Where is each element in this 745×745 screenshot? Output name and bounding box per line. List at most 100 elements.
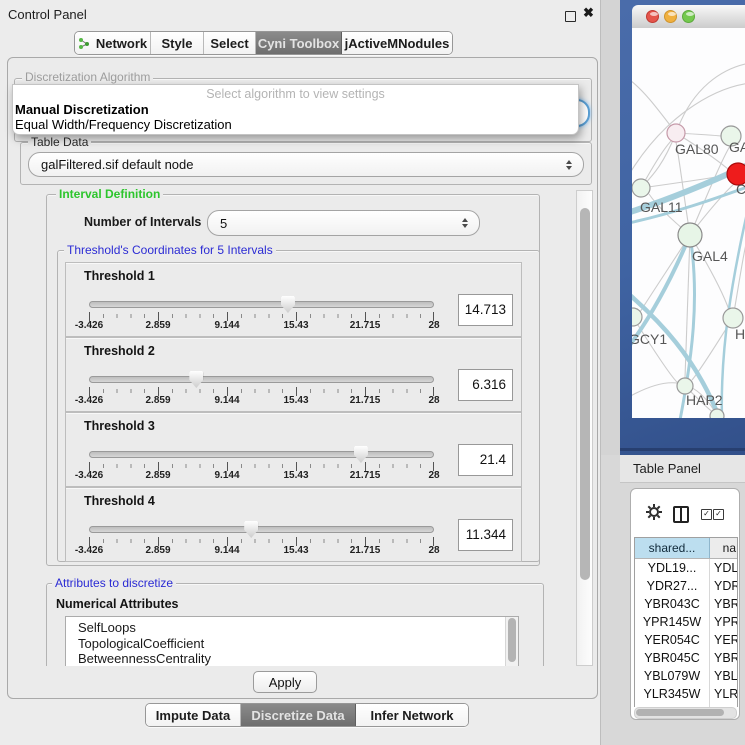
node-h[interactable]: [723, 308, 743, 328]
close-icon[interactable]: ✖: [583, 5, 594, 21]
algorithm-dropdown-popup: Select algorithm to view settings Manual…: [12, 84, 579, 135]
slider-thumb[interactable]: [354, 446, 368, 463]
threshold-4-slider[interactable]: [89, 526, 434, 533]
tab-impute-data[interactable]: Impute Data: [146, 704, 241, 726]
table-row[interactable]: YLR345WYLR3: [635, 685, 737, 703]
cell-name[interactable]: YDR2: [710, 577, 737, 595]
slider-thumb[interactable]: [244, 521, 258, 538]
numerical-attributes-list[interactable]: SelfLoops TopologicalCoefficient Between…: [65, 616, 519, 666]
settings-scrollbar[interactable]: [576, 190, 593, 666]
list-item[interactable]: SelfLoops: [66, 620, 518, 636]
dropdown-option-equal-width[interactable]: Equal Width/Frequency Discretization: [13, 117, 578, 132]
column-layout-icon[interactable]: [673, 506, 689, 523]
scale-tick-label: 21.715: [350, 545, 381, 556]
scale-tick-label: 15.43: [283, 470, 308, 481]
apply-button[interactable]: Apply: [253, 671, 317, 693]
cell-name[interactable]: YBL0: [710, 667, 737, 685]
list-item[interactable]: TopologicalCoefficient: [66, 636, 518, 652]
threshold-3-slider[interactable]: [89, 451, 434, 458]
threshold-3-value-field[interactable]: 21.4: [458, 444, 513, 476]
threshold-1-slider[interactable]: [89, 301, 434, 308]
column-header-shared-name[interactable]: shared...: [635, 538, 710, 558]
table-row[interactable]: YPR145WYPR1: [635, 613, 737, 631]
label-gcy1: GCY1: [632, 331, 667, 347]
tab-cyni-toolbox[interactable]: Cyni Toolbox: [256, 32, 342, 54]
label-gal4: GAL4: [692, 248, 728, 264]
number-of-intervals-combobox[interactable]: 5: [207, 210, 480, 236]
network-window-titlebar[interactable]: [632, 5, 745, 29]
cell-shared-name[interactable]: YBL079W: [635, 667, 710, 685]
table-row[interactable]: YBR043CYBR0: [635, 595, 737, 613]
cell-shared-name[interactable]: YLR345W: [635, 685, 710, 703]
node-table: shared... na YDL19...YDL1 YDR27...YDR2 Y…: [634, 537, 738, 707]
node-cut[interactable]: [710, 409, 724, 418]
scale-tick-label: 28: [428, 470, 439, 481]
scale-tick-label: 15.43: [283, 545, 308, 556]
tab-jactivemnodules[interactable]: jActiveMNodules: [342, 32, 452, 54]
checkbox-icon[interactable]: ✓: [713, 509, 724, 520]
tab-style[interactable]: Style: [151, 32, 204, 54]
threshold-2-panel: Threshold 2 -3.426 2.859 9.144 15.43 21.…: [65, 337, 522, 412]
minimize-traffic-light[interactable]: [664, 10, 677, 23]
close-traffic-light[interactable]: [646, 10, 659, 23]
label-gal11: GAL11: [640, 199, 683, 215]
threshold-2-value-field[interactable]: 6.316: [458, 369, 513, 401]
table-row[interactable]: YDR27...YDR2: [635, 577, 737, 595]
table-horizontal-scrollbar[interactable]: [634, 707, 737, 719]
slider-thumb[interactable]: [189, 371, 203, 388]
scale-tick-label: 28: [428, 545, 439, 556]
threshold-1-value-field[interactable]: 14.713: [458, 294, 513, 326]
cell-name[interactable]: YDL1: [710, 559, 737, 577]
scale-tick-label: 9.144: [214, 545, 239, 556]
tab-network[interactable]: Network: [75, 32, 151, 54]
cell-name[interactable]: YLR3: [710, 685, 737, 703]
tab-select[interactable]: Select: [204, 32, 256, 54]
network-icon: [78, 37, 91, 50]
tab-infer-network[interactable]: Infer Network: [356, 704, 468, 726]
zoom-traffic-light[interactable]: [682, 10, 695, 23]
label-ga: GA: [729, 139, 745, 155]
cell-shared-name[interactable]: YBR043C: [635, 595, 710, 613]
cell-name[interactable]: YBR0: [710, 649, 737, 667]
scale-tick-label: -3.426: [75, 320, 103, 331]
table-data-combobox[interactable]: galFiltered.sif default node: [28, 152, 584, 177]
threshold-3-label: Threshold 3: [84, 419, 155, 433]
list-item[interactable]: BetweennessCentrality: [66, 651, 518, 666]
node-gal80[interactable]: [667, 124, 685, 142]
list-scrollbar[interactable]: [505, 617, 518, 666]
table-row[interactable]: YBL079WYBL0: [635, 667, 737, 685]
dropdown-placeholder-option[interactable]: Select algorithm to view settings: [13, 87, 578, 102]
cell-name[interactable]: YER0: [710, 631, 737, 649]
cell-shared-name[interactable]: YDR27...: [635, 577, 710, 595]
threshold-2-slider[interactable]: [89, 376, 434, 383]
cell-name[interactable]: YPR1: [710, 613, 737, 631]
slider-thumb[interactable]: [281, 296, 295, 313]
threshold-4-value-field[interactable]: 11.344: [458, 519, 513, 551]
scale-tick-label: 21.715: [350, 395, 381, 406]
scrollbar-thumb[interactable]: [580, 208, 590, 580]
cell-shared-name[interactable]: YER054C: [635, 631, 710, 649]
scrollbar-thumb[interactable]: [636, 709, 724, 716]
table-row[interactable]: YDL19...YDL1: [635, 559, 737, 577]
scale-tick-label: 2.859: [145, 320, 170, 331]
column-header-name[interactable]: na: [710, 538, 737, 558]
cell-shared-name[interactable]: YDL19...: [635, 559, 710, 577]
scale-tick-label: 9.144: [214, 320, 239, 331]
node-gal11[interactable]: [632, 179, 650, 197]
network-view-window: GAL80 GA C GAL11 GAL4 GCY1 H HAP2: [620, 0, 745, 455]
slider-scale-labels: -3.426 2.859 9.144 15.43 21.715 28: [89, 545, 434, 557]
cell-shared-name[interactable]: YBR045C: [635, 649, 710, 667]
node-gal4[interactable]: [678, 223, 702, 247]
cell-name[interactable]: YBR0: [710, 595, 737, 613]
threshold-4-label: Threshold 4: [84, 494, 155, 508]
network-canvas[interactable]: GAL80 GA C GAL11 GAL4 GCY1 H HAP2: [632, 28, 745, 418]
cell-shared-name[interactable]: YPR145W: [635, 613, 710, 631]
tab-discretize-data[interactable]: Discretize Data: [241, 704, 356, 726]
table-row[interactable]: YBR045CYBR0: [635, 649, 737, 667]
table-panel-card: ✓ ✓ shared... na YDL19...YDL1 YDR27...YD…: [630, 488, 740, 720]
gear-icon[interactable]: [645, 503, 663, 521]
checkbox-icon[interactable]: ✓: [701, 509, 712, 520]
float-window-icon[interactable]: [565, 11, 576, 22]
table-row[interactable]: YER054CYER0: [635, 631, 737, 649]
dropdown-option-manual-discretization[interactable]: Manual Discretization: [13, 102, 578, 117]
